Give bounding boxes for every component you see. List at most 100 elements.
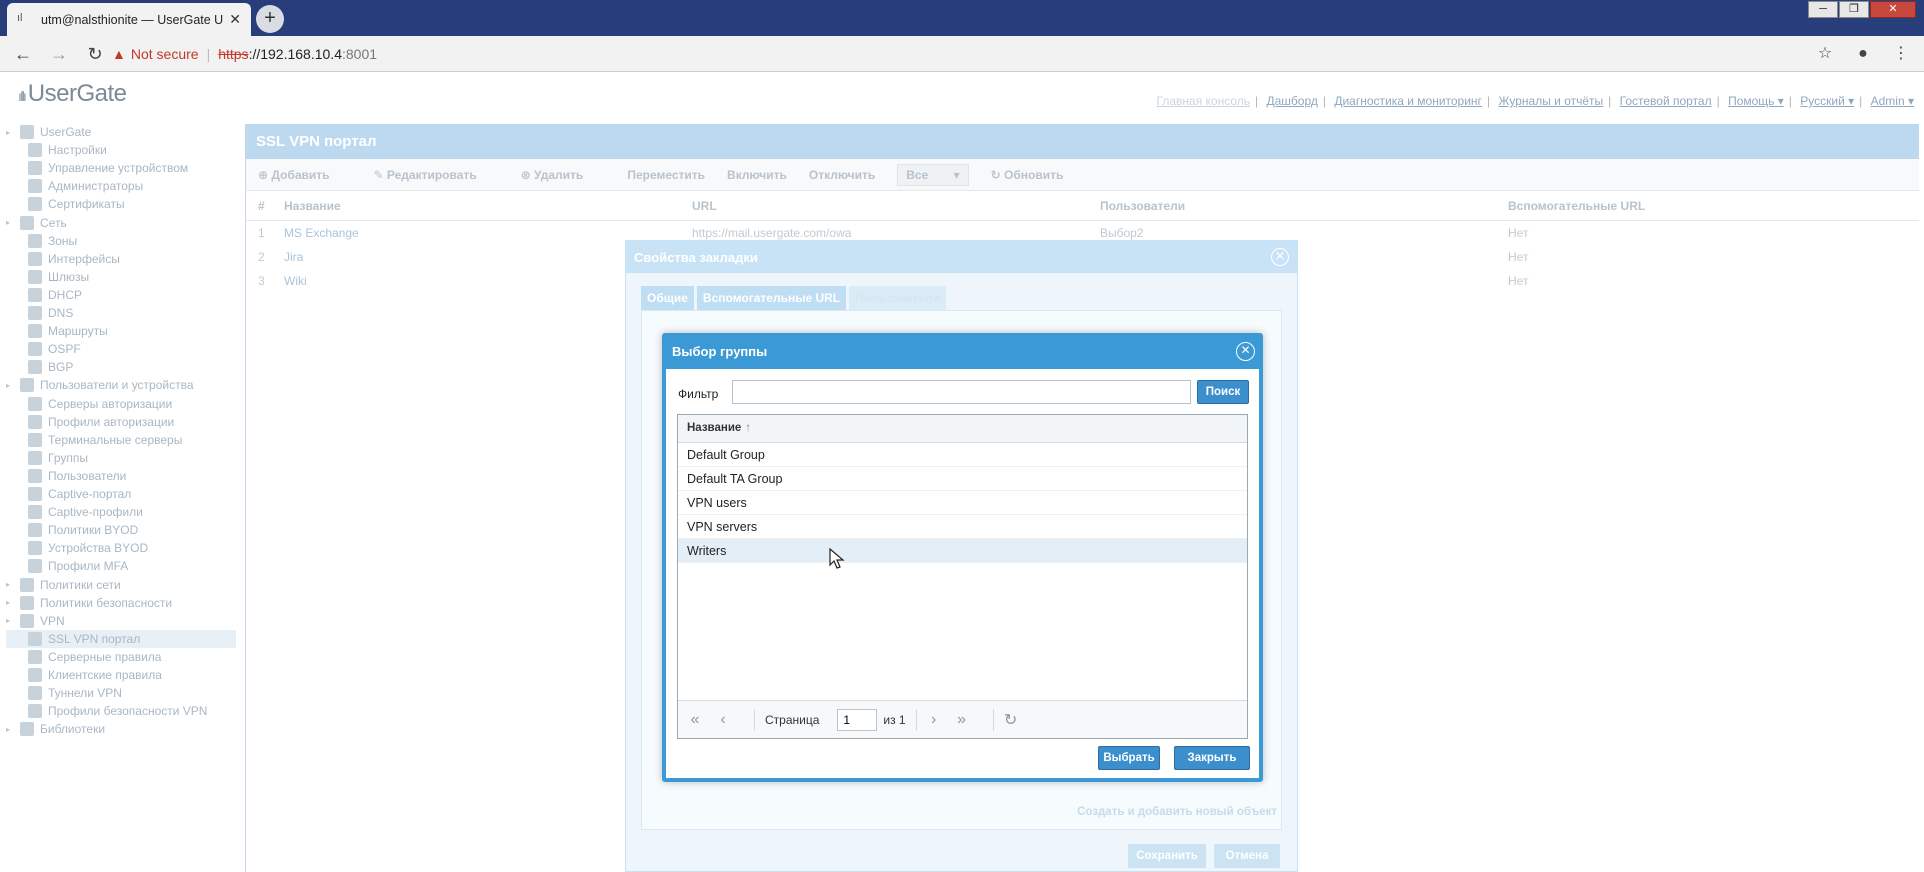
- col-name[interactable]: Название: [276, 199, 684, 213]
- sidebar-item[interactable]: ▸ Политики безопасности: [6, 594, 172, 612]
- prev-page-icon[interactable]: ‹: [716, 711, 730, 729]
- cancel-button[interactable]: Отмена: [1214, 844, 1280, 868]
- browser-tab[interactable]: ıl utm@nalsthionite — UserGate U ✕: [7, 3, 251, 36]
- sidebar-item[interactable]: Профили авторизации: [28, 413, 174, 431]
- sidebar-item[interactable]: Captive-портал: [28, 485, 131, 503]
- delete-button[interactable]: ⊗ Удалить: [521, 168, 606, 182]
- bookmark-star-icon[interactable]: ☆: [1812, 42, 1838, 66]
- sidebar-item[interactable]: BGP: [28, 358, 73, 376]
- group-row-default-group[interactable]: Default Group: [678, 443, 1247, 467]
- tab-close-icon[interactable]: ✕: [229, 11, 241, 28]
- sidebar-item[interactable]: Интерфейсы: [28, 250, 120, 268]
- select-button[interactable]: Выбрать: [1098, 746, 1160, 770]
- sidebar-item[interactable]: Терминальные серверы: [28, 431, 182, 449]
- group-row-default-ta-group[interactable]: Default TA Group: [678, 467, 1247, 491]
- sidebar-item[interactable]: Шлюзы: [28, 268, 89, 286]
- address-bar[interactable]: ▲ Not secure | https ://192.168.10.4 :80…: [112, 41, 1812, 67]
- next-page-icon[interactable]: ›: [927, 711, 941, 729]
- menu-kebab-icon[interactable]: ⋮: [1888, 42, 1914, 66]
- disable-button[interactable]: Отключить: [809, 168, 875, 182]
- sidebar-item[interactable]: Администраторы: [28, 177, 143, 195]
- move-button[interactable]: Переместить: [627, 168, 705, 182]
- refresh-icon[interactable]: ↻: [1004, 710, 1018, 730]
- expand-arrow-icon[interactable]: ▸: [6, 725, 16, 734]
- sidebar-item[interactable]: Маршруты: [28, 322, 108, 340]
- last-page-icon[interactable]: »: [955, 711, 969, 729]
- sidebar-item[interactable]: Профили MFA: [28, 557, 128, 575]
- expand-arrow-icon[interactable]: ▸: [6, 128, 16, 137]
- sidebar-item[interactable]: Настройки: [28, 141, 107, 159]
- sidebar-item[interactable]: SSL VPN портал: [6, 629, 236, 648]
- group-grid-header[interactable]: Название ↑: [678, 415, 1247, 443]
- sidebar-item[interactable]: Устройства BYOD: [28, 539, 148, 557]
- expand-arrow-icon[interactable]: ▸: [6, 616, 16, 625]
- nav-guest-portal[interactable]: Гостевой портал: [1620, 94, 1712, 108]
- profile-icon[interactable]: ●: [1850, 42, 1876, 66]
- sidebar-item[interactable]: Серверные правила: [28, 648, 161, 666]
- sidebar-item[interactable]: DNS: [28, 304, 73, 322]
- maximize-button[interactable]: ❐: [1839, 1, 1869, 18]
- col-aux-url[interactable]: Вспомогательные URL: [1500, 199, 1900, 213]
- sidebar-item[interactable]: Управление устройством: [28, 159, 188, 177]
- nav-main-console[interactable]: Главная консоль: [1157, 94, 1251, 108]
- sidebar-item[interactable]: Сертификаты: [28, 195, 125, 213]
- group-row-writers[interactable]: Writers: [678, 539, 1247, 563]
- sidebar-item[interactable]: Серверы авторизации: [28, 395, 172, 413]
- tab-users[interactable]: Пользователи: [849, 286, 947, 310]
- tab-general[interactable]: Общие: [641, 286, 694, 310]
- nav-diagnostics[interactable]: Диагностика и мониторинг: [1334, 94, 1482, 108]
- group-row-vpn-servers[interactable]: VPN servers: [678, 515, 1247, 539]
- sidebar-item[interactable]: Политики BYOD: [28, 521, 138, 539]
- nav-dashboard[interactable]: Дашборд: [1266, 94, 1317, 108]
- window-close-button[interactable]: ✕: [1870, 1, 1916, 18]
- filter-input[interactable]: [732, 380, 1191, 404]
- sidebar-item[interactable]: DHCP: [28, 286, 82, 304]
- captive-portal-icon: [28, 487, 42, 501]
- sidebar-item[interactable]: Группы: [28, 449, 88, 467]
- back-arrow-icon[interactable]: ←: [10, 41, 36, 67]
- new-tab-button[interactable]: +: [256, 5, 284, 33]
- search-button[interactable]: Поиск: [1197, 380, 1249, 404]
- minimize-button[interactable]: ─: [1808, 1, 1838, 18]
- page-number-input[interactable]: [837, 708, 878, 731]
- col-url[interactable]: URL: [684, 199, 1092, 213]
- sidebar-item[interactable]: ▸ Библиотеки: [6, 720, 105, 738]
- expand-arrow-icon[interactable]: ▸: [6, 580, 16, 589]
- group-row-vpn-users[interactable]: VPN users: [678, 491, 1247, 515]
- nav-help[interactable]: Помощь ▾: [1728, 94, 1784, 108]
- sidebar-item[interactable]: ▸ Сеть: [6, 214, 67, 232]
- nav-admin[interactable]: Admin ▾: [1871, 94, 1914, 108]
- sidebar-item[interactable]: ▸ Политики сети: [6, 576, 121, 594]
- sidebar-item[interactable]: Клиентские правила: [28, 666, 162, 684]
- sidebar-item[interactable]: Профили безопасности VPN: [28, 702, 207, 720]
- reload-icon[interactable]: ↻: [82, 41, 108, 67]
- nav-language[interactable]: Русский ▾: [1800, 94, 1854, 108]
- col-number[interactable]: #: [246, 199, 276, 213]
- sidebar-item[interactable]: Captive-профили: [28, 503, 143, 521]
- tab-aux-url[interactable]: Вспомогательные URL: [696, 286, 847, 310]
- sidebar-item[interactable]: ▸ VPN: [6, 612, 65, 630]
- add-button[interactable]: ⊕ Добавить: [258, 168, 352, 182]
- sidebar-item[interactable]: Пользователи: [28, 467, 126, 485]
- enable-button[interactable]: Включить: [727, 168, 787, 182]
- first-page-icon[interactable]: «: [688, 711, 702, 729]
- expand-arrow-icon[interactable]: ▸: [6, 218, 16, 227]
- forward-arrow-icon[interactable]: →: [46, 41, 72, 67]
- filter-select[interactable]: Все ▾: [897, 163, 969, 186]
- expand-arrow-icon[interactable]: ▸: [6, 381, 16, 390]
- refresh-button[interactable]: ↻ Обновить: [991, 168, 1086, 182]
- close-button[interactable]: Закрыть: [1174, 746, 1250, 770]
- expand-arrow-icon[interactable]: ▸: [6, 598, 16, 607]
- sidebar-item[interactable]: OSPF: [28, 340, 81, 358]
- sidebar-item[interactable]: Туннели VPN: [28, 684, 122, 702]
- sidebar-item[interactable]: Зоны: [28, 232, 77, 250]
- nav-logs[interactable]: Журналы и отчёты: [1498, 94, 1603, 108]
- group-dialog-close-icon[interactable]: ✕: [1236, 342, 1255, 361]
- bookmark-close-icon[interactable]: ✕: [1271, 248, 1289, 266]
- col-users[interactable]: Пользователи: [1092, 199, 1500, 213]
- edit-button[interactable]: ✎ Редактировать: [374, 168, 499, 182]
- save-button[interactable]: Сохранить: [1128, 844, 1206, 868]
- sidebar-item[interactable]: ▸ UserGate: [6, 123, 91, 141]
- sidebar-item[interactable]: ▸ Пользователи и устройства: [6, 376, 194, 394]
- create-new-object-link[interactable]: Создать и добавить новый объект: [1077, 806, 1277, 818]
